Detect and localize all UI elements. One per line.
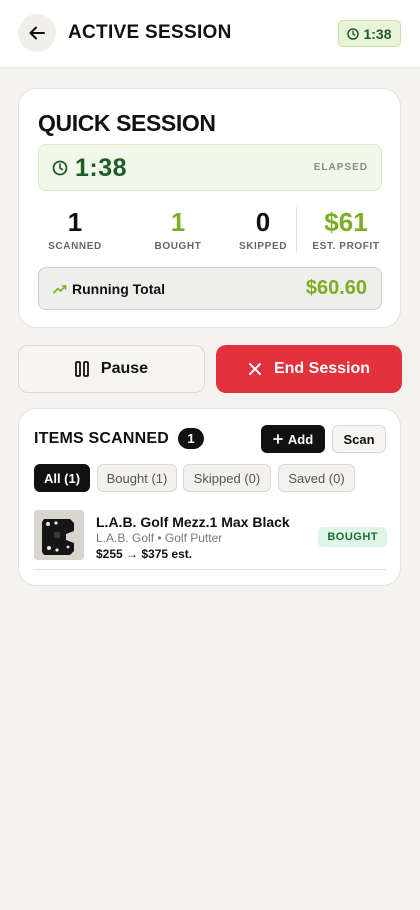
items-title: ITEMS SCANNED [34,430,170,447]
filter-tab-saved[interactable]: Saved (0) [278,464,355,492]
running-total-label: Running Total [72,281,166,297]
elapsed-time: 1:38 [75,154,128,182]
add-item-button[interactable]: Add [261,425,325,453]
stat-label: BOUGHT [154,241,202,252]
status-badge: BOUGHT [318,527,387,547]
clock-icon [52,160,68,176]
items-card: ITEMS SCANNED 1 Add Scan All (1) Bought … [18,408,401,586]
stat-est-profit: $61 EST. PROFIT [310,207,382,252]
plus-icon [272,434,283,444]
scan-button[interactable]: Scan [332,425,386,453]
stat-value: 0 [255,207,271,237]
stat-label: SCANNED [48,241,102,252]
filter-tab-bought[interactable]: Bought (1) [97,464,177,492]
session-title: QUICK SESSION [38,110,216,136]
top-bar: ACTIVE SESSION 1:38 [0,0,420,68]
pause-label: Pause [100,360,149,377]
close-icon [248,363,261,375]
stat-value: 1 [67,207,83,237]
elapsed-label: ELAPSED [313,162,368,173]
putter-image [34,510,84,560]
pause-button[interactable]: Pause [18,345,205,393]
item-price: $255 → $375 est. [96,547,193,561]
end-session-label: End Session [273,360,371,377]
stats-divider [296,207,297,253]
end-session-button[interactable]: End Session [216,345,402,393]
elapsed-panel: 1:38 ELAPSED [38,144,382,191]
stat-bought: 1 BOUGHT [133,207,223,252]
clock-icon [347,27,360,40]
back-button[interactable] [18,14,56,52]
item-name: L.A.B. Golf Mezz.1 Max Black [96,514,290,530]
session-card: QUICK SESSION 1:38 ELAPSED 1 SCANNED 1 B… [18,88,401,328]
page-title: ACTIVE SESSION [68,22,232,43]
items-count-badge: 1 [178,428,204,449]
stat-label: EST. PROFIT [312,241,380,252]
header-timer-badge: 1:38 [338,20,401,47]
stat-label: SKIPPED [238,241,288,252]
stat-value: 1 [170,207,186,237]
item-meta: L.A.B. Golf • Golf Putter [96,531,223,545]
stat-value: $61 [324,207,368,237]
header-timer-text: 1:38 [363,25,392,42]
pause-icon [75,361,89,377]
running-total-value: $60.60 [305,277,367,299]
stat-scanned: 1 SCANNED [38,207,112,252]
arrow-left-icon [29,26,45,40]
stat-skipped: 0 SKIPPED [221,207,305,252]
list-item[interactable]: L.A.B. Golf Mezz.1 Max Black L.A.B. Golf… [34,510,387,570]
filter-tab-skipped[interactable]: Skipped (0) [183,464,271,492]
add-label: Add [287,431,314,447]
item-thumbnail [34,510,84,560]
running-total-panel: Running Total $60.60 [38,267,382,310]
session-stats: 1 SCANNED 1 BOUGHT 0 SKIPPED $61 EST. PR… [38,207,382,257]
filter-tab-all[interactable]: All (1) [34,464,90,492]
trending-up-icon [53,285,67,294]
